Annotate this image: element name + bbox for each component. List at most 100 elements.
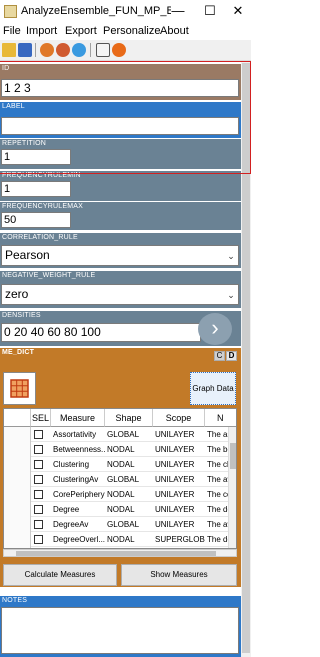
column-header-sel[interactable]: SEL (31, 409, 51, 427)
row-header[interactable] (4, 517, 31, 532)
measure-cell[interactable]: DegreeOverl... (51, 532, 105, 547)
negative-weight-rule-select[interactable]: zero ⌄ (1, 284, 239, 305)
table-horizontal-scrollbar[interactable] (3, 549, 237, 557)
table-row[interactable]: DegreeAvGLOBALUNILAYERThe av (4, 517, 230, 532)
row-header[interactable] (4, 502, 31, 517)
network-icon[interactable] (56, 43, 70, 57)
select-checkbox[interactable] (34, 520, 43, 529)
menu-about[interactable]: About (160, 25, 189, 37)
table-row[interactable]: Betweenness...NODALUNILAYERThe be (4, 442, 230, 457)
label-input[interactable] (1, 117, 239, 135)
notes-cell[interactable]: The cl (205, 457, 228, 472)
menu-personalize[interactable]: Personalize (103, 25, 160, 37)
notes-input[interactable] (1, 607, 239, 654)
document-icon[interactable] (96, 43, 110, 57)
row-header[interactable] (4, 472, 31, 487)
scope-cell[interactable]: UNILAYER (153, 502, 205, 517)
measure-cell[interactable]: Assortativity (51, 427, 105, 442)
show-measures-button[interactable]: Show Measures (121, 564, 237, 586)
scope-cell[interactable]: UNILAYER (153, 457, 205, 472)
shape-cell[interactable]: NODAL (105, 502, 153, 517)
select-checkbox[interactable] (34, 505, 43, 514)
correlation-rule-select[interactable]: Pearson ⌄ (1, 245, 239, 266)
table-hscroll-thumb[interactable] (16, 551, 216, 556)
shape-cell[interactable]: NODAL (105, 487, 153, 502)
scope-cell[interactable]: UNILAYER (153, 517, 205, 532)
chevron-right-icon[interactable]: › (198, 313, 232, 345)
select-checkbox[interactable] (34, 475, 43, 484)
maximize-button[interactable]: ☐ (200, 2, 220, 20)
id-input[interactable]: 1 2 3 (1, 79, 239, 97)
window-scrollbar[interactable] (241, 61, 251, 657)
shape-cell[interactable]: GLOBAL (105, 517, 153, 532)
c-button[interactable]: C (214, 351, 225, 361)
measure-cell[interactable]: Degree (51, 502, 105, 517)
twitter-icon[interactable] (72, 43, 86, 57)
notes-cell[interactable]: The de (205, 532, 228, 547)
save-icon[interactable] (18, 43, 32, 57)
open-folder-icon[interactable] (2, 43, 16, 57)
select-checkbox[interactable] (34, 460, 43, 469)
column-header-shape[interactable]: Shape (105, 409, 153, 427)
scope-cell[interactable]: UNILAYER (153, 427, 205, 442)
densities-input[interactable]: 0 20 40 60 80 100 (1, 323, 201, 342)
scope-cell[interactable]: UNILAYER (153, 487, 205, 502)
row-header[interactable] (4, 442, 31, 457)
help-icon[interactable] (112, 43, 126, 57)
frequencyrulemin-input[interactable]: 1 (1, 181, 71, 197)
select-checkbox[interactable] (34, 430, 43, 439)
notes-cell[interactable]: The av (205, 472, 228, 487)
column-header-scope[interactable]: Scope (153, 409, 205, 427)
d-button[interactable]: D (226, 351, 237, 361)
notes-cell[interactable]: The co (205, 487, 228, 502)
row-header[interactable] (4, 487, 31, 502)
shape-cell[interactable]: GLOBAL (105, 472, 153, 487)
table-scrollbar[interactable] (228, 427, 236, 548)
chevron-down-icon[interactable]: ⌄ (225, 286, 237, 303)
table-grid-button[interactable] (3, 372, 36, 405)
repetition-input[interactable]: 1 (1, 149, 71, 165)
scope-cell[interactable]: UNILAYER (153, 472, 205, 487)
window-scroll-thumb[interactable] (242, 63, 250, 653)
minimize-button[interactable]: — (168, 2, 188, 20)
select-checkbox[interactable] (34, 445, 43, 454)
table-row[interactable]: AssortativityGLOBALUNILAYERThe as (4, 427, 230, 442)
table-row[interactable]: Clustering NODAL UNILAYER The cl (4, 457, 230, 472)
measure-cell[interactable]: Clustering (51, 457, 105, 472)
select-checkbox[interactable] (34, 490, 43, 499)
calculate-measures-button[interactable]: Calculate Measures (3, 564, 117, 586)
row-header[interactable] (4, 532, 31, 547)
row-header[interactable] (4, 427, 31, 442)
table-row[interactable]: ClusteringAvGLOBALUNILAYERThe av (4, 472, 230, 487)
shape-cell[interactable]: NODAL (105, 532, 153, 547)
globe-icon[interactable] (40, 43, 54, 57)
chevron-down-icon[interactable]: ⌄ (225, 247, 237, 264)
frequencyrulemax-input[interactable]: 50 (1, 212, 71, 228)
table-row[interactable]: DegreeNODALUNILAYERThe de (4, 502, 230, 517)
measure-cell[interactable]: CorePeriphery (51, 487, 105, 502)
table-row[interactable]: CorePeripheryNODALUNILAYERThe co (4, 487, 230, 502)
table-row[interactable]: DegreeOverl...NODALSUPERGLOB...The de (4, 532, 230, 547)
column-header-notes[interactable]: N (205, 409, 236, 427)
notes-cell[interactable]: The be (205, 442, 228, 457)
shape-cell[interactable]: NODAL (105, 457, 153, 472)
column-header-measure[interactable]: Measure (51, 409, 105, 427)
close-button[interactable]: ✕ (228, 2, 248, 20)
menu-import[interactable]: Import (26, 25, 57, 37)
select-checkbox[interactable] (34, 535, 43, 544)
notes-cell[interactable]: The as (205, 427, 228, 442)
menu-file[interactable]: File (3, 25, 21, 37)
table-scroll-thumb[interactable] (230, 443, 236, 469)
shape-cell[interactable]: NODAL (105, 442, 153, 457)
shape-cell[interactable]: GLOBAL (105, 427, 153, 442)
measure-cell[interactable]: ClusteringAv (51, 472, 105, 487)
scope-cell[interactable]: SUPERGLOB... (153, 532, 205, 547)
measure-cell[interactable]: DegreeAv (51, 517, 105, 532)
notes-cell[interactable]: The av (205, 517, 228, 532)
row-header[interactable] (4, 457, 31, 472)
menu-export[interactable]: Export (65, 25, 97, 37)
scope-cell[interactable]: UNILAYER (153, 442, 205, 457)
graph-data-button[interactable]: Graph Data (190, 372, 236, 405)
measure-cell[interactable]: Betweenness... (51, 442, 105, 457)
notes-cell[interactable]: The de (205, 502, 228, 517)
